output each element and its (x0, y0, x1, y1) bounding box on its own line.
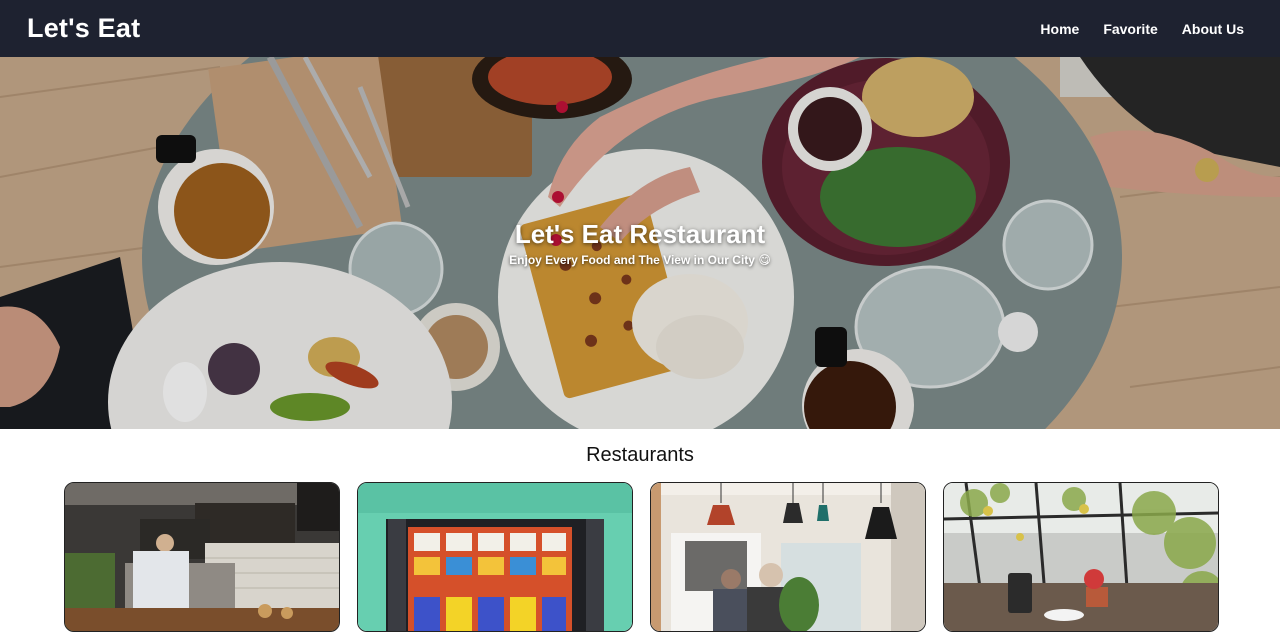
restaurant-card[interactable] (357, 482, 633, 632)
hero-banner: Let's Eat Restaurant Enjoy Every Food an… (0, 57, 1280, 429)
nav-link-home[interactable]: Home (1040, 21, 1079, 37)
restaurants-title: Restaurants (586, 444, 694, 466)
brand-logo[interactable]: Let's Eat (27, 13, 140, 44)
nav-link-favorite[interactable]: Favorite (1103, 21, 1157, 37)
hero-text: Let's Eat Restaurant Enjoy Every Food an… (0, 57, 1280, 429)
hero-title: Let's Eat Restaurant (514, 219, 766, 249)
hero-subtitle: Enjoy Every Food and The View in Our Cit… (509, 253, 771, 267)
garden-cafe-photo (944, 483, 1218, 631)
navbar: Let's Eat Home Favorite About Us (0, 0, 1280, 57)
cafe-lamps-photo (651, 483, 925, 631)
restaurant-card[interactable] (943, 482, 1219, 632)
nav-link-about-us[interactable]: About Us (1182, 21, 1244, 37)
storefront-photo (358, 483, 632, 631)
nav-links: Home Favorite About Us (1040, 21, 1244, 37)
restaurant-card[interactable] (650, 482, 926, 632)
kitchen-photo (65, 483, 339, 631)
restaurant-card[interactable] (64, 482, 340, 632)
